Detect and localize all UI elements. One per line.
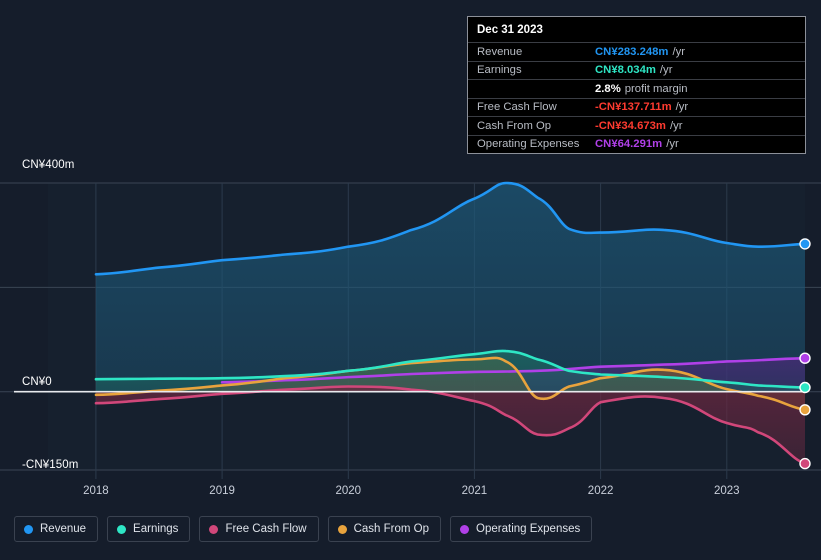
tooltip-row-label: Free Cash Flow bbox=[477, 101, 557, 114]
legend-color-dot-icon bbox=[24, 524, 33, 534]
tooltip-row: 2.8% profit margin bbox=[468, 79, 805, 98]
endpoint-marker-earnings[interactable] bbox=[799, 381, 811, 394]
legend-item-revenue[interactable]: Revenue bbox=[14, 516, 99, 542]
tooltip-row-unit: /yr bbox=[672, 45, 686, 58]
tooltip-row: Earnings CN¥8.034m/yr bbox=[468, 60, 805, 80]
legend-color-dot-icon bbox=[209, 524, 219, 534]
chart-tooltip: Dec 31 2023 Revenue CN¥283.248m/yr Earning… bbox=[467, 16, 806, 154]
legend-item-label: Revenue bbox=[40, 523, 87, 535]
chart-legend[interactable]: Revenue Earnings Free Cash Flow Cash From O… bbox=[14, 516, 593, 542]
tooltip-row-label: Revenue bbox=[477, 45, 523, 58]
legend-item-earnings[interactable]: Earnings bbox=[107, 516, 191, 542]
tooltip-row: Operating Expenses CN¥64.291m/yr bbox=[468, 134, 805, 154]
x-axis-tick-2020: 2020 bbox=[335, 485, 362, 497]
endpoint-marker-operating-expenses[interactable] bbox=[799, 352, 811, 364]
legend-color-dot-icon bbox=[117, 524, 127, 534]
x-axis-tick-2021: 2021 bbox=[461, 485, 488, 497]
tooltip-row-value: CN¥283.248m bbox=[595, 45, 669, 58]
tooltip-row-label: Operating Expenses bbox=[477, 138, 580, 151]
tooltip-row-value: CN¥64.291m bbox=[595, 138, 663, 151]
x-axis-tick-2019: 2019 bbox=[209, 485, 235, 497]
legend-color-dot-icon bbox=[460, 524, 470, 534]
tooltip-row-unit: /yr bbox=[675, 101, 689, 114]
tooltip-row-unit: /yr bbox=[669, 119, 683, 132]
legend-item-label: Operating Expenses bbox=[476, 523, 581, 535]
x-axis-tick-2023: 2023 bbox=[714, 485, 740, 497]
endpoint-marker-free-cash-flow[interactable] bbox=[799, 457, 811, 470]
legend-item-free-cash-flow[interactable]: Free Cash Flow bbox=[199, 516, 319, 542]
tooltip-row-value: 2.8% bbox=[595, 82, 621, 95]
tooltip-row: Free Cash Flow -CN¥137.711m/yr bbox=[468, 97, 805, 117]
tooltip-row-value: CN¥8.034m bbox=[595, 64, 656, 77]
tooltip-row-unit: profit margin bbox=[624, 82, 688, 95]
endpoint-marker-cash-from-op[interactable] bbox=[799, 404, 811, 416]
y-axis-label-zero: CN¥0 bbox=[22, 376, 52, 388]
tooltip-row-unit: /yr bbox=[666, 138, 679, 151]
legend-item-label: Earnings bbox=[133, 523, 179, 535]
x-axis: 2018 2019 2020 2021 2022 2023 bbox=[0, 485, 821, 503]
legend-item-label: Free Cash Flow bbox=[225, 523, 307, 535]
tooltip-date: Dec 31 2023 bbox=[477, 24, 543, 36]
tooltip-row-unit: /yr bbox=[659, 64, 673, 77]
legend-color-dot-icon bbox=[337, 524, 347, 534]
tooltip-row-label: Earnings bbox=[477, 64, 522, 77]
y-axis-label-bottom: -CN¥150m bbox=[22, 459, 79, 471]
x-axis-tick-2018: 2018 bbox=[83, 485, 109, 497]
tooltip-row-value: -CN¥137.711m bbox=[595, 101, 672, 114]
x-axis-tick-2022: 2022 bbox=[587, 485, 614, 497]
y-axis-label-top: CN¥400m bbox=[22, 159, 75, 171]
legend-item-cash-from-op[interactable]: Cash From Op bbox=[327, 516, 442, 542]
tooltip-row: Revenue CN¥283.248m/yr bbox=[468, 42, 805, 61]
tooltip-row-value: -CN¥34.673m bbox=[595, 119, 666, 132]
endpoint-marker-revenue[interactable] bbox=[799, 238, 811, 250]
tooltip-row-label: Cash From Op bbox=[477, 119, 552, 132]
financial-performance-chart: CN¥400m CN¥0 -CN¥150m 2018 2019 2020 2021 20… bbox=[0, 0, 821, 560]
legend-item-label: Cash From Op bbox=[353, 523, 430, 535]
tooltip-rows: Revenue CN¥283.248m/yr Earnings CN¥8.034m/y… bbox=[468, 42, 805, 153]
tooltip-row: Cash From Op -CN¥34.673m/yr bbox=[468, 116, 805, 135]
legend-item-operating-expenses[interactable]: Operating Expenses bbox=[450, 516, 593, 542]
